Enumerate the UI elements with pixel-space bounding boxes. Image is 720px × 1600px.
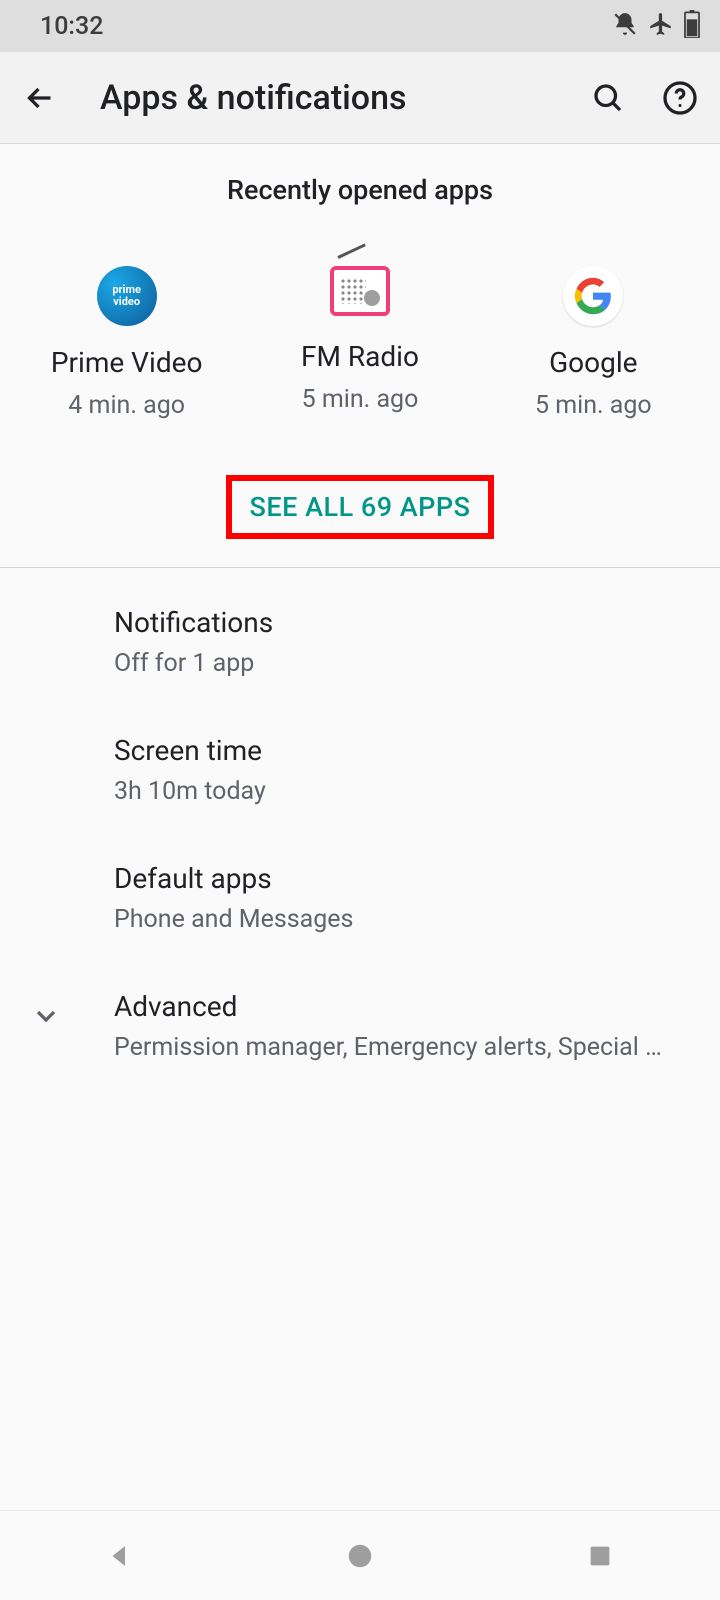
settings-item-subtitle: Permission manager, Emergency alerts, Sp… — [114, 1033, 674, 1062]
see-all-apps-button[interactable]: SEE ALL 69 APPS — [250, 491, 471, 523]
settings-item-subtitle: Phone and Messages — [114, 905, 674, 934]
status-icons — [612, 10, 700, 42]
google-icon — [563, 266, 623, 326]
system-nav-bar — [0, 1510, 720, 1600]
status-time: 10:32 — [40, 12, 103, 41]
nav-recents-button[interactable] — [579, 1535, 621, 1577]
recent-app-prime-video[interactable]: primevideo Prime Video 4 min. ago — [17, 266, 237, 420]
see-all-container: SEE ALL 69 APPS — [0, 475, 720, 567]
settings-item-default-apps[interactable]: Default apps Phone and Messages — [0, 834, 720, 962]
dnd-off-icon — [612, 11, 638, 41]
settings-item-title: Screen time — [114, 734, 692, 767]
page-title: Apps & notifications — [100, 78, 556, 118]
battery-icon — [684, 10, 700, 42]
recent-app-label: Google — [483, 346, 703, 379]
recent-app-fm-radio[interactable]: FM Radio 5 min. ago — [250, 266, 470, 420]
settings-item-subtitle: Off for 1 app — [114, 649, 674, 678]
app-bar: Apps & notifications — [0, 52, 720, 144]
settings-item-notifications[interactable]: Notifications Off for 1 app — [0, 578, 720, 706]
nav-back-button[interactable] — [99, 1535, 141, 1577]
settings-item-screen-time[interactable]: Screen time 3h 10m today — [0, 706, 720, 834]
recent-app-label: Prime Video — [17, 346, 237, 379]
search-button[interactable] — [588, 78, 628, 118]
chevron-down-icon — [30, 1000, 62, 1036]
back-button[interactable] — [20, 78, 60, 118]
recent-app-google[interactable]: Google 5 min. ago — [483, 266, 703, 420]
fm-radio-icon — [330, 266, 390, 316]
recent-apps-row: primevideo Prime Video 4 min. ago FM Rad… — [0, 266, 720, 420]
help-button[interactable] — [660, 78, 700, 118]
settings-item-title: Advanced — [114, 990, 692, 1023]
settings-list: Notifications Off for 1 app Screen time … — [0, 568, 720, 1090]
recent-app-time: 5 min. ago — [483, 391, 703, 420]
recent-apps-header: Recently opened apps — [0, 174, 720, 206]
airplane-icon — [648, 11, 674, 41]
recent-app-time: 4 min. ago — [17, 391, 237, 420]
highlight-annotation: SEE ALL 69 APPS — [226, 475, 495, 539]
settings-item-subtitle: 3h 10m today — [114, 777, 674, 806]
settings-item-title: Notifications — [114, 606, 692, 639]
prime-video-icon: primevideo — [97, 266, 157, 326]
recent-app-time: 5 min. ago — [250, 385, 470, 414]
nav-home-button[interactable] — [339, 1535, 381, 1577]
settings-item-advanced[interactable]: Advanced Permission manager, Emergency a… — [0, 962, 720, 1090]
recent-app-label: FM Radio — [250, 340, 470, 373]
status-bar: 10:32 — [0, 0, 720, 52]
settings-item-title: Default apps — [114, 862, 692, 895]
